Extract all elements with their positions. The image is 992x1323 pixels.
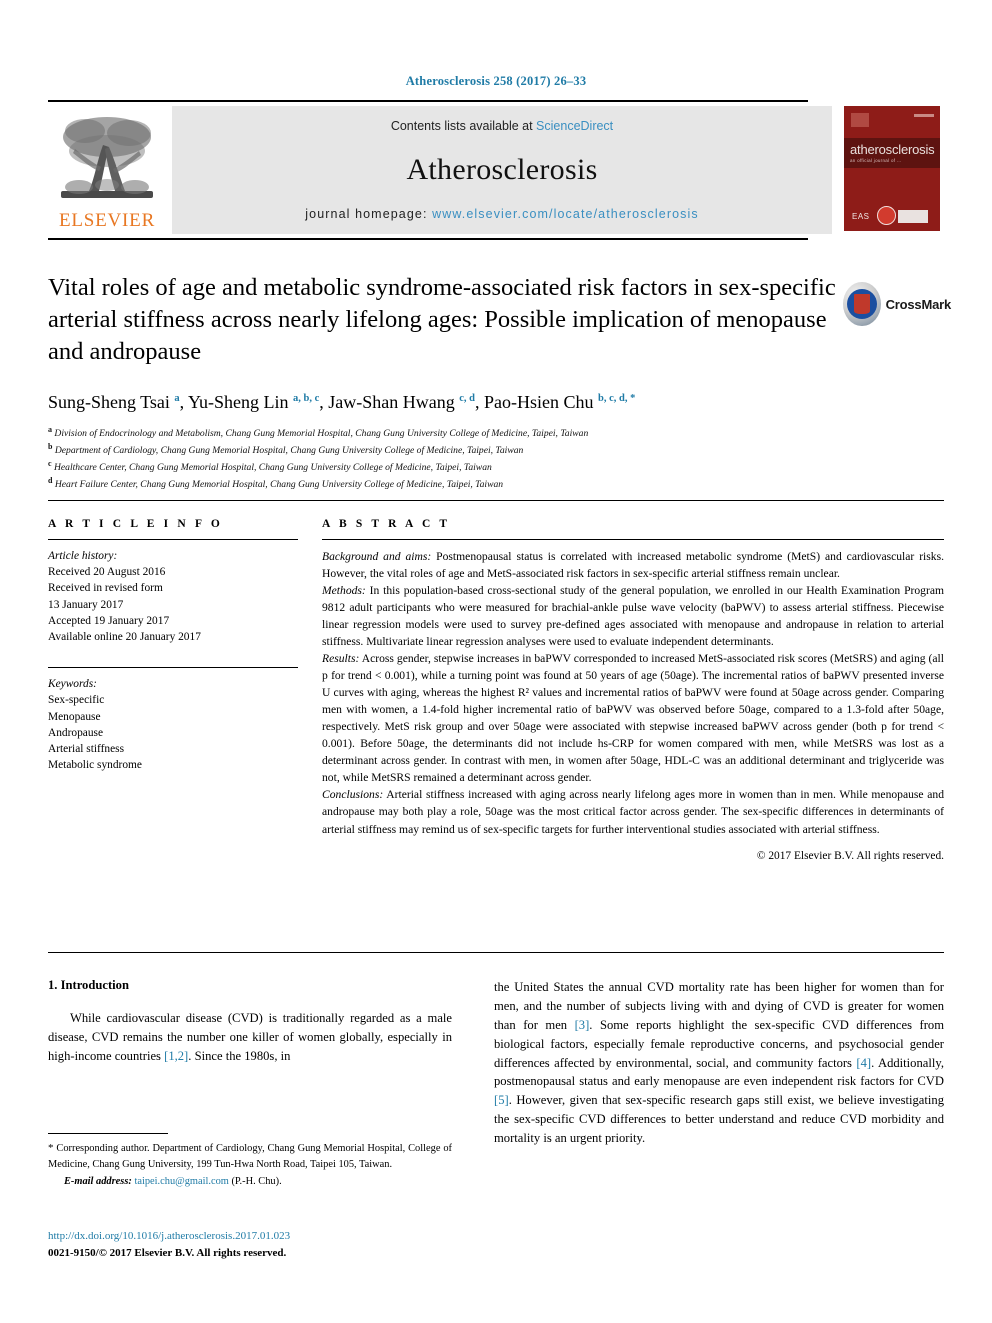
journal-article-page: Atherosclerosis 258 (2017) 26–33 ELSEVIE…: [0, 0, 992, 1323]
list-item: Arterial stiffness: [48, 742, 125, 755]
journal-title: Atherosclerosis: [406, 153, 598, 186]
affiliation-item: a Division of Endocrinology and Metaboli…: [48, 424, 908, 441]
cover-topright-rule: [914, 114, 934, 117]
masthead-center-panel: Contents lists available at ScienceDirec…: [172, 106, 832, 234]
journal-homepage-line: journal homepage: www.elsevier.com/locat…: [172, 207, 832, 221]
affiliation-text: Department of Cardiology, Chang Gung Mem…: [54, 445, 524, 457]
article-title: Vital roles of age and metabolic syndrom…: [48, 274, 836, 365]
affiliation-marker: c: [48, 459, 52, 469]
affiliation-item: b Department of Cardiology, Chang Gung M…: [48, 441, 908, 458]
author-list: Sung-Sheng Tsai a, Yu-Sheng Lin a, b, c,…: [48, 392, 636, 412]
keywords-block: Keywords: Sex-specific Menopause Andropaus…: [48, 667, 298, 773]
introduction-heading: 1. Introduction: [48, 978, 129, 992]
masthead-top-rule: [48, 100, 808, 102]
issn-copyright-line: 0021-9150/© 2017 Elsevier B.V. All right…: [48, 1246, 287, 1259]
affiliation-marker: d: [48, 476, 53, 486]
sciencedirect-link[interactable]: ScienceDirect: [536, 119, 613, 133]
email-link[interactable]: taipei.chu@gmail.com: [134, 1176, 228, 1187]
cover-society-label: EAS: [852, 212, 870, 221]
abstract-section-label: Background and aims:: [322, 550, 432, 563]
cover-badge: [898, 210, 928, 223]
title-block: Vital roles of age and metabolic syndrom…: [48, 272, 848, 368]
list-item: Menopause: [48, 710, 101, 723]
affiliation-item: c Healthcare Center, Chang Gung Memorial…: [48, 458, 908, 475]
keywords-items: Sex-specific Menopause Andropause Arterial …: [48, 692, 298, 773]
affiliation-text: Heart Failure Center, Chang Gung Memoria…: [54, 479, 504, 491]
crossmark-label: CrossMark: [885, 296, 952, 312]
affiliation-text: Division of Endocrinology and Metabolism…: [54, 428, 589, 440]
abstract-section-label: Conclusions:: [322, 788, 384, 802]
email-label: E-mail address:: [64, 1176, 132, 1188]
abstract-section-text: Across gender, stepwise increases in baP…: [322, 652, 944, 785]
article-info-heading: A R T I C L E I N F O: [48, 518, 223, 530]
keywords-label: Keywords:: [48, 678, 97, 691]
journal-homepage-link[interactable]: www.elsevier.com/locate/atherosclerosis: [432, 207, 699, 221]
cover-journal-subtitle: an official journal of ...: [850, 158, 902, 163]
list-item: Metabolic syndrome: [48, 759, 142, 772]
cover-elsevier-icon: [851, 113, 869, 127]
abstract-section-text: Arterial stiffness increased with aging …: [322, 788, 944, 836]
body-right-column: the United States the annual CVD mortali…: [494, 978, 944, 1148]
crossmark-disc-icon: [843, 282, 881, 326]
footnote-block: * Corresponding author. Department of Ca…: [48, 1141, 452, 1189]
list-item: Andropause: [48, 726, 104, 739]
abstract-copyright: © 2017 Elsevier B.V. All rights reserved…: [756, 849, 944, 862]
introduction-paragraph-left: While cardiovascular disease (CVD) is tr…: [48, 1011, 452, 1063]
abstract-section-text: In this population-based cross-sectional…: [322, 584, 944, 649]
email-note: E-mail address: taipei.chu@gmail.com (P.…: [48, 1174, 452, 1189]
doi-block: http://dx.doi.org/10.1016/j.atherosclero…: [48, 1228, 498, 1261]
abstract-body: Background and aims: Postmenopausal stat…: [322, 548, 944, 838]
list-item: Sex-specific: [48, 694, 105, 707]
article-history-block: Article history: Received 20 August 2016…: [48, 548, 298, 645]
journal-cover-thumbnail: atherosclerosis an official journal of .…: [844, 106, 944, 234]
affiliation-item: d Heart Failure Center, Chang Gung Memor…: [48, 475, 908, 492]
abstract-section-label: Results:: [322, 652, 360, 666]
crossmark-book-icon: [853, 294, 870, 314]
body-left-column: 1. Introduction While cardiovascular dis…: [48, 978, 452, 1066]
list-item: Accepted 19 January 2017: [48, 614, 170, 627]
abstract-heading: A B S T R A C T: [322, 518, 451, 530]
corresponding-author-note: * Corresponding author. Department of Ca…: [48, 1142, 452, 1170]
list-item: Received 20 August 2016: [48, 566, 166, 579]
list-item: Received in revised form: [48, 582, 163, 595]
affiliation-marker: a: [48, 425, 52, 434]
email-suffix: (P.-H. Chu).: [228, 1176, 282, 1188]
masthead-bottom-rule: [48, 238, 808, 240]
article-info-column: A R T I C L E I N F O Article history: R…: [48, 518, 298, 773]
footnote-separator-rule: [48, 1133, 168, 1134]
abstract-section: Methods: In this population-based cross-…: [322, 582, 944, 650]
journal-cover-image: atherosclerosis an official journal of .…: [844, 106, 940, 231]
list-item: 13 January 2017: [48, 598, 124, 611]
abstract-section-label: Methods:: [322, 584, 366, 598]
affiliation-marker: b: [48, 442, 53, 452]
list-item: Available online 20 January 2017: [48, 630, 201, 643]
cover-society-seal-icon: [877, 206, 896, 225]
abstract-section: Results: Across gender, stepwise increas…: [322, 650, 944, 786]
elsevier-tree-icon: [61, 117, 153, 198]
contents-prefix-text: Contents lists available at: [390, 119, 537, 133]
contents-available-line: Contents lists available at ScienceDirec…: [172, 119, 832, 133]
affiliation-text: Healthcare Center, Chang Gung Memorial H…: [53, 462, 492, 474]
abstract-section: Conclusions: Arterial stiffness increase…: [322, 786, 944, 837]
crossmark-badge[interactable]: CrossMark: [843, 278, 951, 330]
introduction-paragraph-right: the United States the annual CVD mortali…: [494, 980, 945, 1146]
cover-journal-title: atherosclerosis: [850, 142, 935, 157]
abstract-heading-rule: [322, 539, 944, 540]
doi-link[interactable]: http://dx.doi.org/10.1016/j.atherosclero…: [48, 1228, 498, 1245]
article-history-label: Article history:: [48, 550, 118, 562]
abstract-bottom-rule: [48, 952, 944, 953]
running-head: Atherosclerosis 258 (2017) 26–33: [405, 74, 587, 88]
homepage-prefix-text: journal homepage:: [305, 207, 433, 221]
elsevier-logo: ELSEVIER: [48, 106, 166, 234]
abstract-column: A B S T R A C T Background and aims: Pos…: [322, 518, 944, 862]
journal-masthead: ELSEVIER Contents lists available at Sci…: [48, 100, 944, 240]
keywords-rule: [48, 667, 298, 669]
elsevier-wordmark: ELSEVIER: [58, 210, 156, 231]
article-history-items: Received 20 August 2016 Received in revis…: [48, 564, 298, 645]
crossmark-inner-circle: [846, 289, 877, 319]
article-info-heading-rule: [48, 539, 298, 540]
affiliation-list: a Division of Endocrinology and Metaboli…: [48, 424, 908, 492]
info-section-top-rule: [48, 500, 944, 501]
abstract-section: Background and aims: Postmenopausal stat…: [322, 548, 944, 582]
